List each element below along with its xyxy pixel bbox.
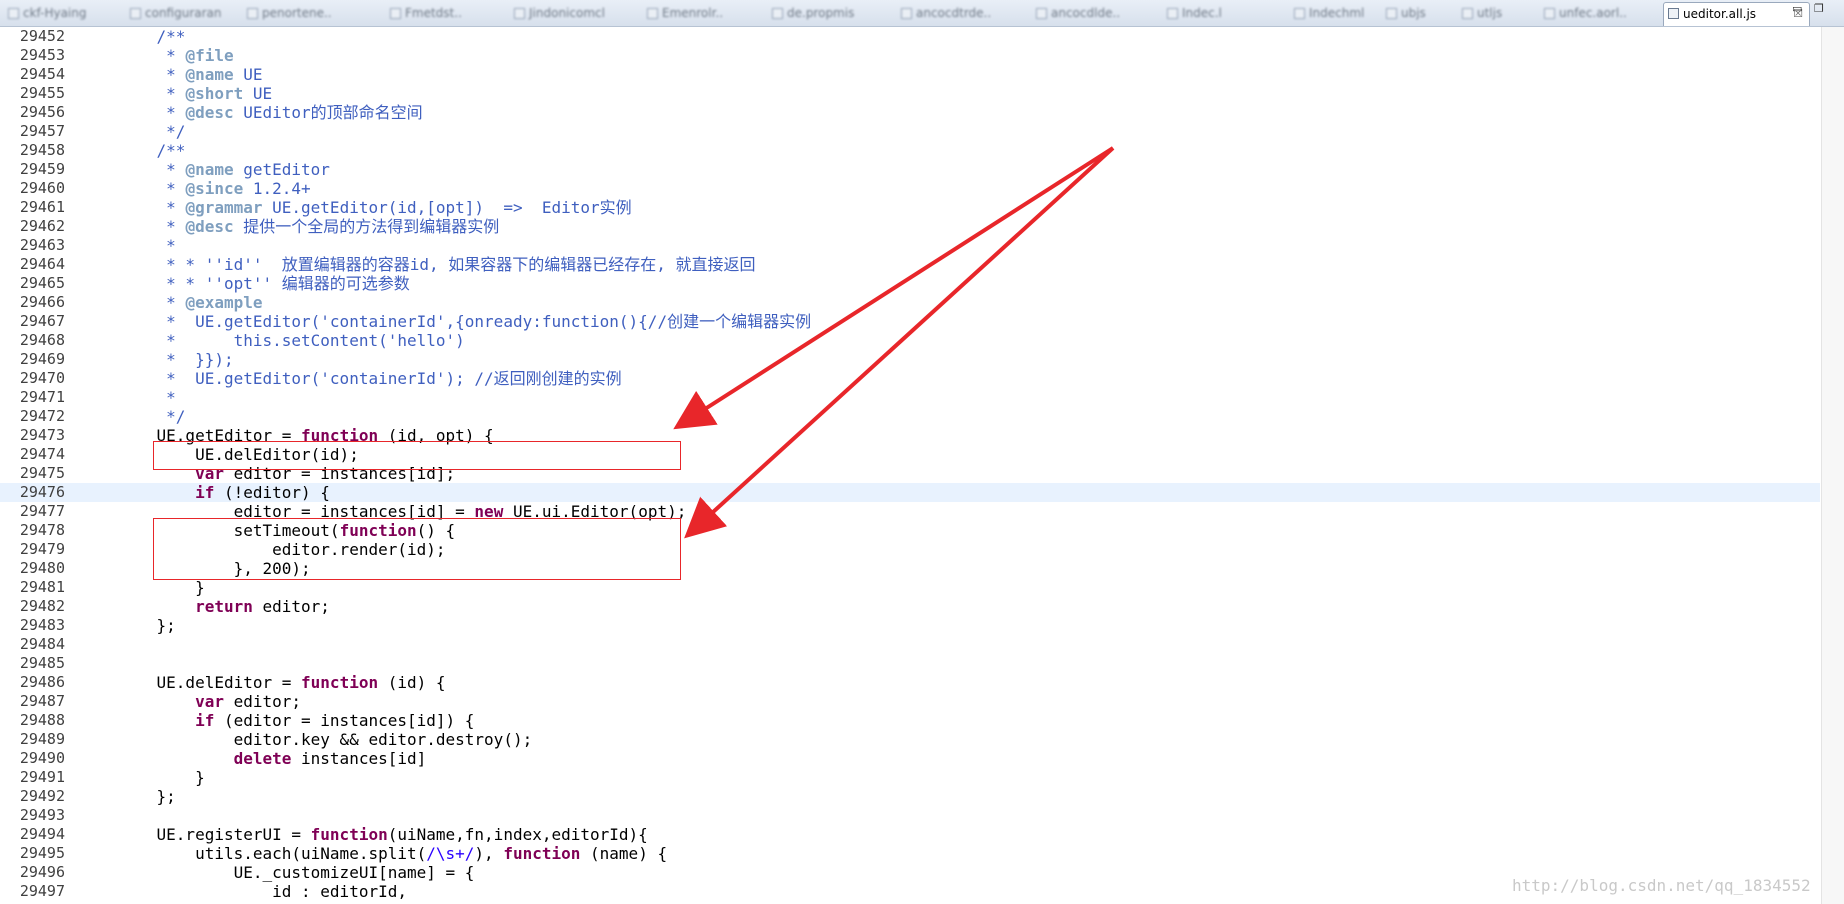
annotation-arrow-2 — [684, 146, 1115, 539]
annotation-arrow-1 — [673, 146, 1115, 430]
watermark: http://blog.csdn.net/qq_1834552 — [1512, 876, 1811, 895]
annotation-arrows — [673, 146, 1115, 539]
